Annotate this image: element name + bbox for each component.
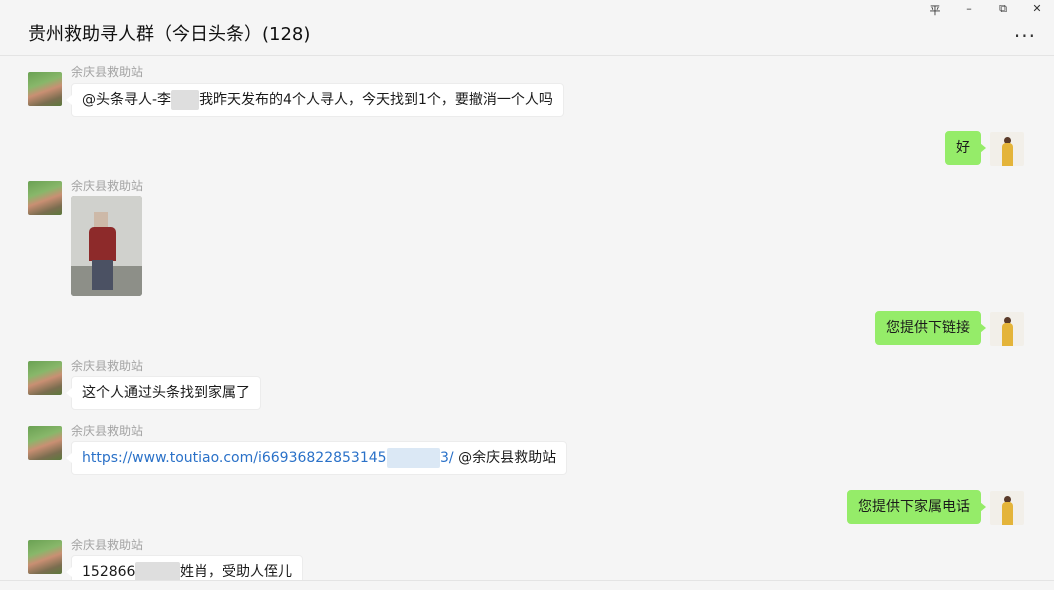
close-button[interactable]: ✕ bbox=[1024, 2, 1050, 20]
minimize-button[interactable]: – bbox=[956, 2, 982, 20]
redacted-text: 00000 bbox=[135, 562, 180, 580]
avatar[interactable] bbox=[28, 361, 62, 395]
avatar[interactable] bbox=[28, 540, 62, 574]
url-link[interactable]: https://www.toutiao.com/i66936822853145 bbox=[82, 450, 387, 466]
message-bubble[interactable]: 您提供下家属电话 bbox=[847, 490, 986, 524]
avatar[interactable] bbox=[28, 72, 62, 106]
redacted-text: 某某 bbox=[171, 90, 200, 110]
message-text: 152866 bbox=[82, 564, 136, 580]
redacted-text: 000000 bbox=[386, 448, 441, 468]
sender-name: 余庆县救助站 bbox=[71, 65, 144, 79]
message-text: 您提供下家属电话 bbox=[858, 499, 970, 515]
avatar[interactable] bbox=[990, 491, 1024, 525]
restore-button[interactable]: ⧉ bbox=[990, 2, 1016, 20]
message-bubble[interactable]: 15286600000姓肖，受助人侄儿 bbox=[66, 555, 303, 580]
message-bubble[interactable]: 这个人通过头条找到家属了 bbox=[66, 376, 261, 410]
url-link-end[interactable]: 3/ bbox=[440, 450, 454, 466]
message-text: 我昨天发布的4个人寻人，今天找到1个，要撤消一个人吗 bbox=[199, 92, 553, 108]
message-bubble[interactable]: 您提供下链接 bbox=[875, 311, 986, 345]
message-text: @头条寻人-李 bbox=[82, 92, 172, 108]
message-bubble[interactable]: 好 bbox=[945, 131, 986, 165]
photo-message[interactable] bbox=[71, 196, 142, 296]
avatar[interactable] bbox=[28, 181, 62, 215]
title-bar: 贵州救助寻人群（今日头条）(128) 平 – ⧉ ✕ ··· bbox=[0, 0, 1054, 56]
message-text: 您提供下链接 bbox=[886, 320, 970, 336]
message-text: 姓肖，受助人侄儿 bbox=[180, 564, 292, 580]
sender-name: 余庆县救助站 bbox=[71, 538, 144, 552]
sender-name: 余庆县救助站 bbox=[71, 359, 144, 373]
more-options-icon[interactable]: ··· bbox=[1014, 24, 1036, 48]
mention-text: @余庆县救助站 bbox=[453, 450, 557, 466]
avatar[interactable] bbox=[990, 312, 1024, 346]
input-area-divider bbox=[0, 580, 1054, 590]
avatar[interactable] bbox=[990, 132, 1024, 166]
message-bubble[interactable]: @头条寻人-李某某我昨天发布的4个人寻人，今天找到1个，要撤消一个人吗 bbox=[66, 83, 564, 117]
pin-button[interactable]: 平 bbox=[922, 2, 948, 20]
message-text: 这个人通过头条找到家属了 bbox=[82, 385, 250, 401]
message-list: 余庆县救助站 @头条寻人-李某某我昨天发布的4个人寻人，今天找到1个，要撤消一个… bbox=[0, 57, 1054, 580]
avatar[interactable] bbox=[28, 426, 62, 460]
sender-name: 余庆县救助站 bbox=[71, 179, 144, 193]
chat-title: 贵州救助寻人群（今日头条）(128) bbox=[28, 24, 311, 45]
message-text: 好 bbox=[956, 140, 970, 156]
message-bubble[interactable]: https://www.toutiao.com/i669368228531450… bbox=[65, 441, 568, 475]
sender-name: 余庆县救助站 bbox=[71, 424, 144, 438]
